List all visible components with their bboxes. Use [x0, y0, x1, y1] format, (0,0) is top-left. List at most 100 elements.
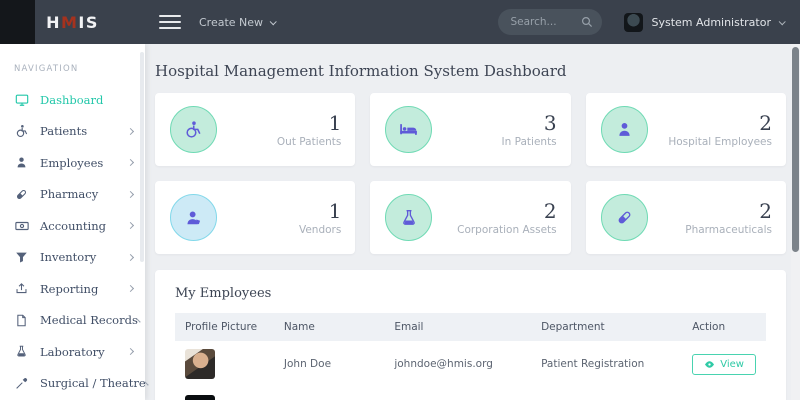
funnel-icon [14, 250, 29, 265]
sidebar-item-employees[interactable]: Employees [0, 147, 145, 179]
employee-photo [185, 395, 215, 400]
sidebar-item-label: Reporting [40, 282, 128, 296]
sidebar-item-label: Patients [40, 124, 128, 138]
sidebar-item-medical-records[interactable]: Medical Records [0, 305, 145, 337]
my-employees-card: My Employees Profile Picture Name Email … [155, 270, 786, 400]
main-scrollbar-thumb[interactable] [792, 47, 799, 252]
employee-name: Abu Hamadi [274, 387, 384, 400]
user-menu[interactable]: System Administrator [624, 13, 784, 32]
sidebar-item-label: Pharmacy [40, 187, 128, 201]
eye-icon [704, 360, 715, 369]
sidebar-item-accounting[interactable]: Accounting [0, 210, 145, 242]
main-content: Hospital Management Information System D… [145, 44, 800, 400]
view-button[interactable]: View [692, 354, 756, 375]
sidebar-item-surgical-theatre[interactable]: Surgical / Theatre [0, 368, 145, 400]
hmis-dashboard: HMIS Create New System Administrator NAV… [0, 0, 800, 400]
chevron-right-icon [127, 285, 134, 292]
capsule-icon [14, 187, 29, 202]
wheelchair-icon [14, 124, 29, 139]
employee-name: John Doe [274, 341, 384, 387]
sidebar-item-inventory[interactable]: Inventory [0, 242, 145, 274]
employees-table: Profile Picture Name Email Department Ac… [175, 313, 766, 400]
stat-card-in-patients: 3 In Patients [370, 93, 570, 166]
sidebar-item-dashboard[interactable]: Dashboard [0, 84, 145, 116]
stat-value: 3 [432, 112, 556, 134]
table-row: John Doe johndoe@hmis.org Patient Regist… [175, 341, 766, 387]
stat-label: Out Patients [217, 136, 341, 148]
sidebar-item-label: Laboratory [40, 345, 128, 359]
stat-label: Hospital Employees [648, 136, 772, 148]
table-header-row: Profile Picture Name Email Department Ac… [175, 313, 766, 341]
sidebar-item-label: Dashboard [40, 93, 133, 107]
person-icon [601, 106, 648, 153]
column-header-name: Name [274, 313, 384, 341]
top-bar: HMIS Create New System Administrator [0, 0, 800, 44]
chevron-down-icon [779, 18, 786, 25]
stat-card-out-patients: 1 Out Patients [155, 93, 355, 166]
employee-department: Patient Registration [531, 341, 682, 387]
search-icon [581, 16, 593, 28]
stat-value: 2 [648, 200, 772, 222]
view-button-label: View [720, 359, 744, 370]
stat-value: 2 [432, 200, 556, 222]
stat-card-corporation-assets: 2 Corporation Assets [370, 181, 570, 254]
employee-department: General Physician [531, 387, 682, 400]
column-header-action: Action [682, 313, 766, 341]
hamburger-menu-icon[interactable] [159, 11, 181, 33]
chevron-right-icon [127, 254, 134, 261]
wheelchair-icon [170, 106, 217, 153]
sidebar-item-reporting[interactable]: Reporting [0, 273, 145, 305]
sidebar-item-laboratory[interactable]: Laboratory [0, 336, 145, 368]
stat-label: Pharmaceuticals [648, 224, 772, 236]
hmis-logo-text: HMIS [46, 13, 99, 32]
banknote-icon [14, 218, 29, 233]
stat-label: In Patients [432, 136, 556, 148]
create-new-dropdown[interactable]: Create New [199, 16, 275, 29]
chevron-right-icon [127, 191, 134, 198]
logo: HMIS [0, 0, 145, 44]
vendor-icon [170, 194, 217, 241]
bed-icon [385, 106, 432, 153]
stat-card-vendors: 1 Vendors [155, 181, 355, 254]
search-box [498, 9, 602, 35]
sidebar-item-label: Inventory [40, 250, 128, 264]
chevron-right-icon [127, 348, 134, 355]
stat-value: 2 [648, 112, 772, 134]
scalpel-icon [14, 376, 29, 391]
sidebar-item-label: Accounting [40, 219, 128, 233]
sidebar-item-label: Medical Records [40, 313, 138, 327]
sidebar-scrollbar[interactable] [140, 52, 144, 262]
stat-label: Corporation Assets [432, 224, 556, 236]
capsule-icon [601, 194, 648, 241]
stat-label: Vendors [217, 224, 341, 236]
employee-email: johndoe@hmis.org [384, 341, 531, 387]
chevron-right-icon [127, 222, 134, 229]
column-header-profile-picture: Profile Picture [175, 313, 274, 341]
logo-is: IS [78, 13, 98, 32]
sidebar: NAVIGATION Dashboard Patients Empl [0, 44, 145, 400]
stat-value: 1 [217, 200, 341, 222]
logo-m: M [61, 13, 78, 32]
stat-value: 1 [217, 112, 341, 134]
logo-h: H [46, 13, 61, 32]
my-employees-title: My Employees [175, 286, 766, 301]
page-title: Hospital Management Information System D… [155, 62, 786, 80]
column-header-department: Department [531, 313, 682, 341]
create-new-label: Create New [199, 16, 263, 29]
sidebar-item-label: Surgical / Theatre [40, 376, 146, 390]
employee-photo [185, 349, 215, 379]
file-icon [14, 313, 29, 328]
person-icon [14, 155, 29, 170]
user-avatar [624, 13, 643, 32]
stat-card-pharmaceuticals: 2 Pharmaceuticals [586, 181, 786, 254]
sidebar-item-pharmacy[interactable]: Pharmacy [0, 179, 145, 211]
stat-card-hospital-employees: 2 Hospital Employees [586, 93, 786, 166]
column-header-email: Email [384, 313, 531, 341]
monitor-icon [14, 92, 29, 107]
main-scrollbar-track [791, 44, 800, 400]
navigation-section-label: NAVIGATION [14, 64, 145, 74]
logo-dark-edge [0, 0, 35, 44]
upload-icon [14, 281, 29, 296]
chevron-down-icon [270, 18, 277, 25]
sidebar-item-patients[interactable]: Patients [0, 116, 145, 148]
